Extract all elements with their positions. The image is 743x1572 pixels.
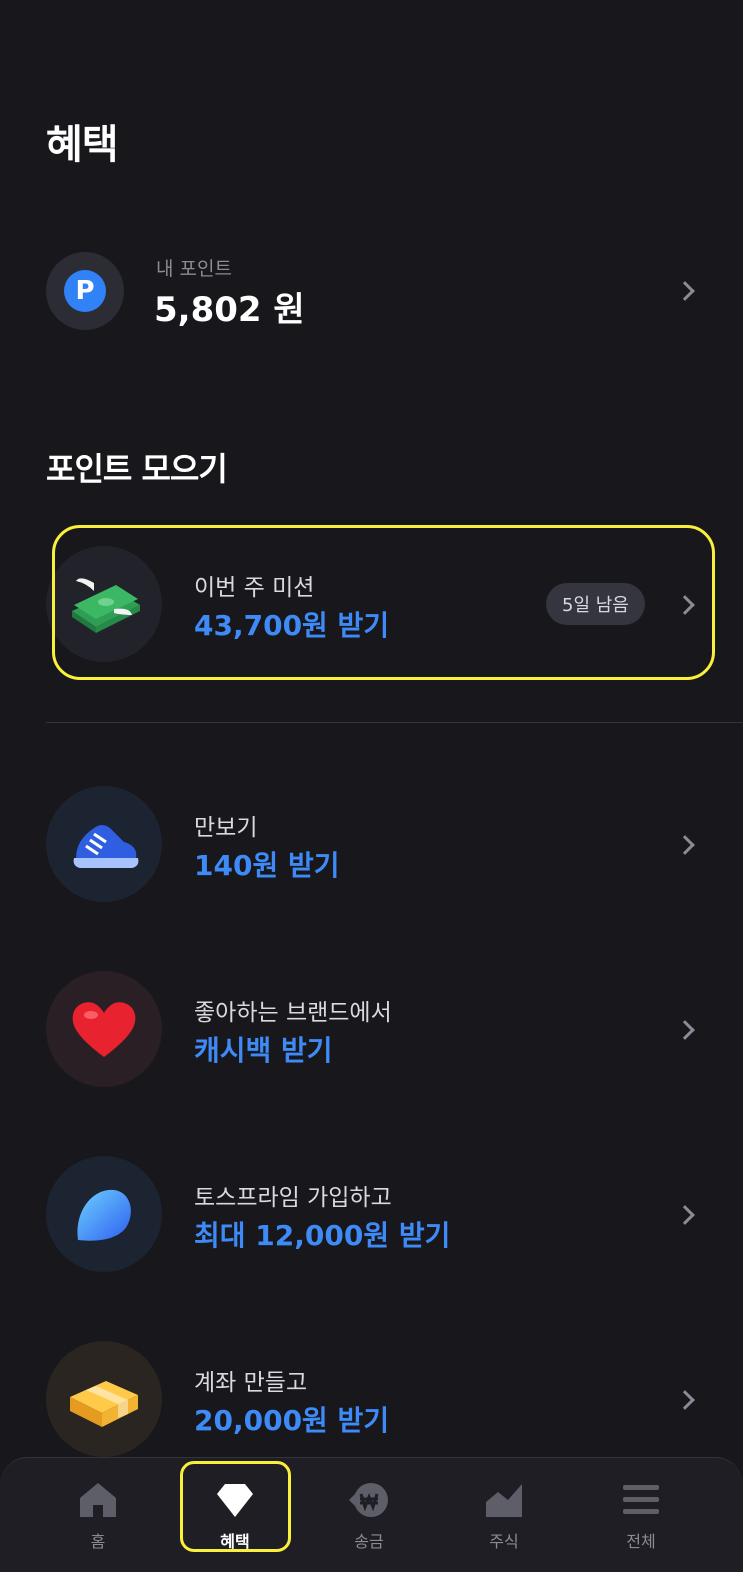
item-title: 계좌 만들고 [194, 1370, 308, 1396]
item-title: 만보기 [194, 815, 258, 841]
nav-label: 전체 [626, 1532, 656, 1551]
list-item-pedometer[interactable]: 만보기 140원 받기 [46, 786, 706, 902]
sneaker-icon [46, 786, 162, 902]
page-title: 혜택 [46, 122, 119, 168]
nav-highlight-outline [180, 1461, 291, 1552]
nav-label: 송금 [354, 1532, 384, 1551]
points-value: 5,802 원 [154, 290, 305, 330]
mission-highlight-outline [52, 525, 715, 680]
list-item-brand-cashback[interactable]: 좋아하는 브랜드에서 캐시백 받기 [46, 971, 706, 1087]
chevron-right-icon [675, 835, 695, 855]
bottom-nav: 홈 혜택 송금 주식 전체 [0, 1457, 743, 1572]
divider [46, 722, 743, 723]
points-letter: P [64, 270, 106, 312]
won-transfer-icon [347, 1480, 391, 1520]
nav-all[interactable]: 전체 [586, 1458, 696, 1570]
chevron-right-icon [675, 281, 695, 301]
nav-stocks[interactable]: 주식 [449, 1458, 559, 1570]
home-icon [76, 1480, 120, 1520]
my-points-row[interactable]: P 내 포인트 5,802 원 [46, 252, 706, 332]
nav-home[interactable]: 홈 [43, 1458, 153, 1570]
heart-icon [46, 971, 162, 1087]
item-title: 토스프라임 가입하고 [194, 1185, 392, 1211]
stock-chart-icon [482, 1480, 526, 1520]
toss-prime-icon [46, 1156, 162, 1272]
chevron-right-icon [675, 1390, 695, 1410]
nav-label: 주식 [489, 1532, 519, 1551]
item-reward: 20,000원 받기 [194, 1404, 390, 1437]
list-item-toss-prime[interactable]: 토스프라임 가입하고 최대 12,000원 받기 [46, 1156, 706, 1272]
nav-transfer[interactable]: 송금 [314, 1458, 424, 1570]
gift-box-icon [46, 1341, 162, 1457]
item-title: 좋아하는 브랜드에서 [194, 1000, 392, 1026]
chevron-right-icon [675, 1020, 695, 1040]
section-title: 포인트 모으기 [46, 450, 228, 488]
points-icon: P [46, 252, 124, 330]
item-reward: 캐시백 받기 [194, 1034, 333, 1067]
list-item-open-account[interactable]: 계좌 만들고 20,000원 받기 [46, 1341, 706, 1457]
nav-label: 홈 [90, 1532, 106, 1551]
menu-icon [619, 1480, 663, 1520]
item-reward: 140원 받기 [194, 849, 340, 882]
points-label: 내 포인트 [156, 258, 232, 280]
chevron-right-icon [675, 1205, 695, 1225]
item-reward: 최대 12,000원 받기 [194, 1219, 451, 1252]
